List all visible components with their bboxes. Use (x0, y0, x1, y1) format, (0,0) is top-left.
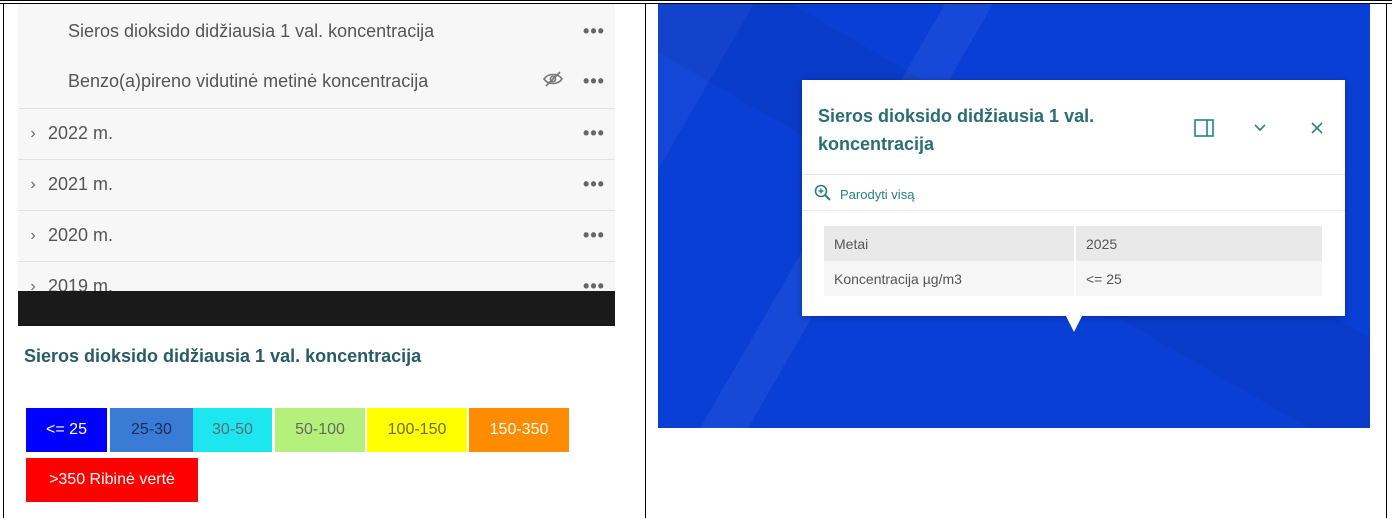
more-options-icon[interactable]: ••• (573, 21, 615, 42)
attribute-value: <= 25 (1075, 261, 1322, 296)
chevron-right-icon[interactable]: › (18, 176, 48, 194)
layer-group-2020[interactable]: › 2020 m. ••• (18, 210, 615, 260)
table-row: Koncentracija µg/m3 <= 25 (824, 261, 1322, 296)
layer-item-so2[interactable]: Sieros dioksido didžiausia 1 val. koncen… (18, 6, 615, 56)
legend-class-swatch: 50-100 (275, 408, 365, 452)
legend-title: Sieros dioksido didžiausia 1 val. koncen… (24, 346, 422, 366)
layer-group-label: 2020 m. (48, 225, 114, 245)
table-middle-border (645, 4, 646, 518)
legend-class-swatch: <= 25 (26, 408, 107, 452)
layer-item-label: Benzo(a)pireno vidutinė metinė koncentra… (68, 70, 429, 91)
zoom-to-label: Parodyti visą (840, 187, 915, 202)
more-options-icon[interactable]: ••• (573, 225, 615, 246)
chevron-right-icon[interactable]: › (18, 227, 48, 245)
layer-item-benzopyrene[interactable]: Benzo(a)pireno vidutinė metinė koncentra… (18, 56, 615, 106)
more-options-icon[interactable]: ••• (573, 123, 615, 144)
popup-divider (802, 210, 1345, 211)
legend-class-swatch: 150-350 (469, 408, 569, 452)
legend-class-swatch: 100-150 (367, 408, 467, 452)
layer-group-2021[interactable]: › 2021 m. ••• (18, 159, 615, 209)
close-icon[interactable] (1305, 116, 1329, 140)
chevron-right-icon[interactable]: › (18, 125, 48, 143)
layer-group-label: 2022 m. (48, 123, 114, 143)
table-row: Metai 2025 (824, 226, 1322, 261)
layer-panel: Sieros dioksido didžiausia 1 val. koncen… (4, 4, 645, 518)
attribute-table: Metai 2025 Koncentracija µg/m3 <= 25 (824, 226, 1322, 296)
more-options-icon[interactable]: ••• (573, 71, 615, 92)
table-right-border (1386, 4, 1387, 518)
layer-list: Sieros dioksido didžiausia 1 val. koncen… (18, 4, 615, 326)
popup-divider (802, 174, 1345, 175)
popup-pointer (1066, 316, 1082, 332)
legend-class-swatch: >350 Ribinė vertė (26, 458, 198, 502)
attribute-value: 2025 (1075, 226, 1322, 261)
collapse-chevron-down-icon[interactable] (1248, 116, 1272, 140)
attribute-key: Koncentracija µg/m3 (824, 261, 1076, 296)
layer-group-label: 2021 m. (48, 174, 114, 194)
popup-title: Sieros dioksido didžiausia 1 val. koncen… (818, 106, 1095, 154)
zoom-to-button[interactable]: Parodyti visą (814, 184, 914, 205)
visibility-off-icon[interactable] (533, 70, 573, 93)
feature-popup: Sieros dioksido didžiausia 1 val. koncen… (802, 80, 1345, 316)
legend-class-swatch: 25-30 (110, 408, 193, 452)
zoom-in-icon (814, 184, 832, 205)
more-options-icon[interactable]: ••• (573, 174, 615, 195)
layer-group-2022[interactable]: › 2022 m. ••• (18, 108, 615, 158)
layer-item-label: Sieros dioksido didžiausia 1 val. koncen… (68, 20, 435, 41)
redaction-bar (18, 291, 615, 326)
attribute-key: Metai (824, 226, 1076, 261)
dock-popup-icon[interactable] (1192, 116, 1216, 140)
legend-class-swatch: 30-50 (193, 408, 272, 452)
